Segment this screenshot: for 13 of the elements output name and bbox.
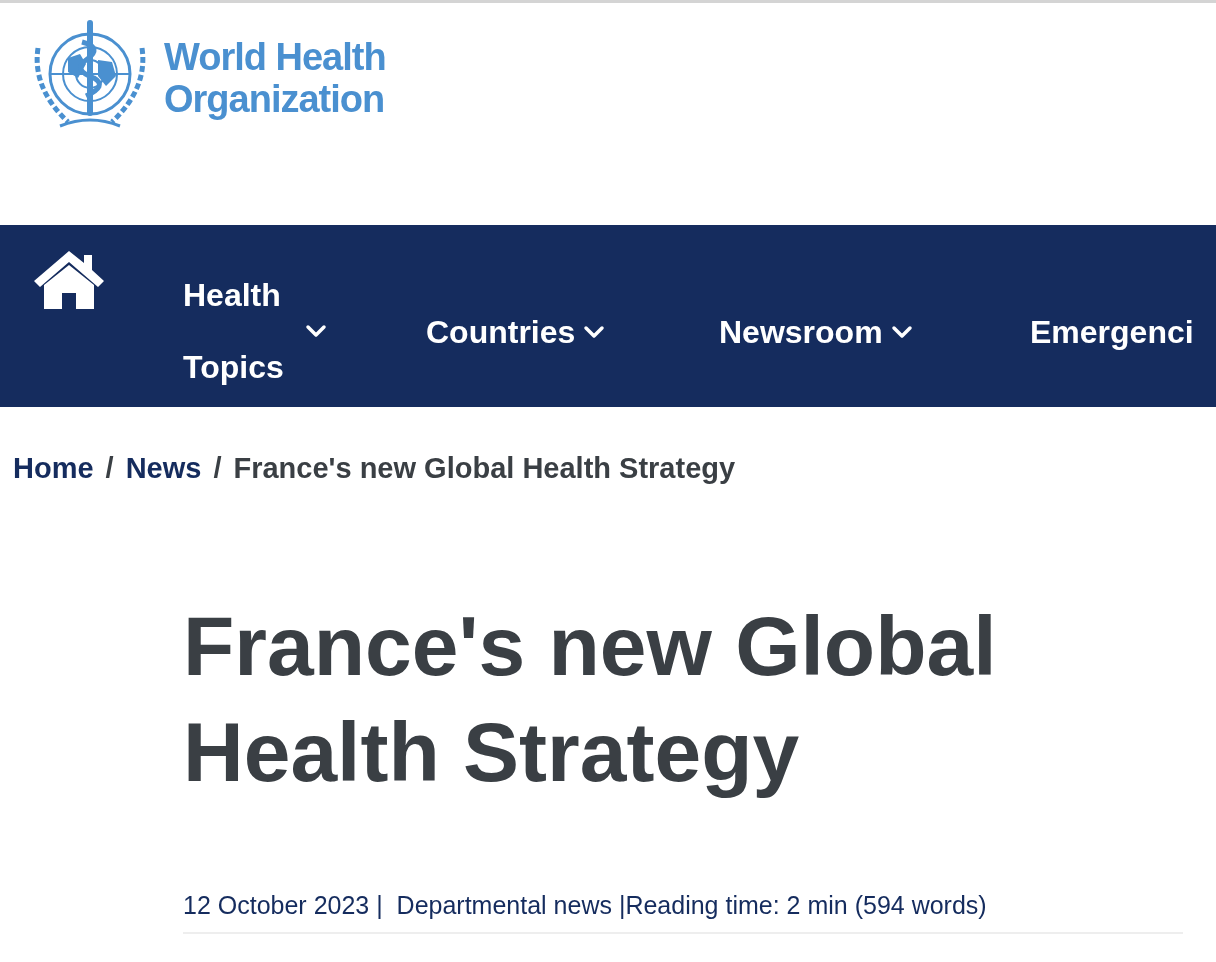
breadcrumb-current: France's new Global Health Strategy bbox=[233, 451, 736, 486]
breadcrumb-separator: / bbox=[105, 451, 114, 486]
logo-text: World Health Organization bbox=[164, 36, 386, 120]
nav-menu-item[interactable]: Countries bbox=[426, 261, 719, 403]
breadcrumb-link[interactable]: Home bbox=[13, 447, 94, 491]
nav-menu-item[interactable]: Newsroom bbox=[719, 261, 1030, 403]
nav-menu-item[interactable]: Health Topics bbox=[183, 259, 426, 403]
article-meta: 12 October 2023 | Departmental news |Reading time: 2 min (594 words) bbox=[183, 889, 988, 921]
breadcrumb-link[interactable]: News bbox=[125, 447, 202, 491]
home-icon[interactable] bbox=[32, 249, 106, 311]
breadcrumb-separator: / bbox=[213, 451, 222, 486]
article-title: France's new Global Health Strategy bbox=[183, 597, 998, 801]
nav-menu-item[interactable]: Emergenci bbox=[1030, 261, 1216, 403]
